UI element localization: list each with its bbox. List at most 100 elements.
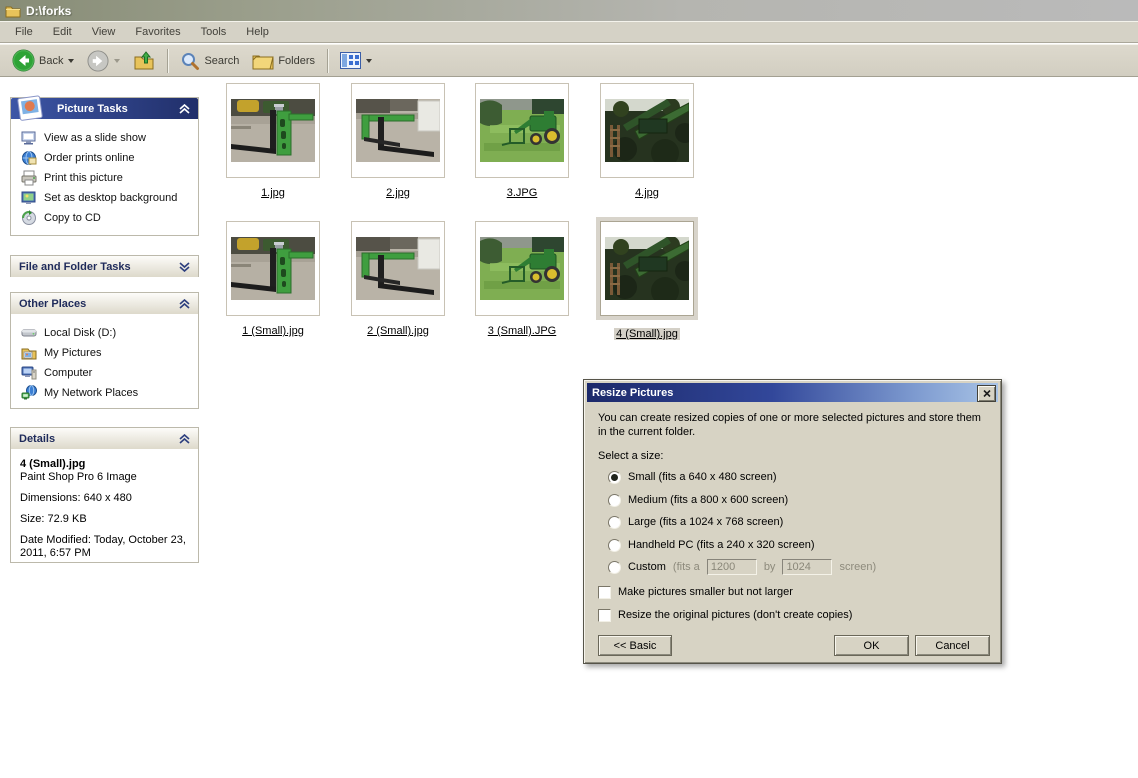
file-item[interactable]: 1.jpg — [226, 83, 320, 199]
radio-icon[interactable] — [608, 561, 621, 574]
file-item[interactable]: 2.jpg — [351, 83, 445, 199]
file-name[interactable]: 2.jpg — [384, 187, 412, 199]
radio-icon[interactable] — [608, 471, 621, 484]
radio-icon[interactable] — [608, 516, 621, 529]
search-button[interactable]: Search — [175, 49, 244, 73]
thumbnail-image[interactable] — [600, 221, 694, 316]
toolbar: Back Search — [0, 44, 1138, 77]
title-bar[interactable]: D:\forks — [0, 0, 1138, 21]
checkbox-label: Make pictures smaller but not larger — [618, 586, 793, 598]
custom-label: Custom — [628, 561, 666, 573]
dialog-title: Resize Pictures — [592, 387, 673, 399]
menu-help[interactable]: Help — [236, 23, 279, 41]
place-computer[interactable]: Computer — [21, 363, 194, 383]
radio-label: Large (fits a 1024 x 768 screen) — [628, 516, 783, 528]
file-name[interactable]: 2 (Small).jpg — [365, 325, 431, 337]
chevron-up-icon[interactable] — [179, 104, 190, 114]
radio-small[interactable]: Small (fits a 640 x 480 screen) — [608, 470, 777, 484]
thumbnail-image[interactable] — [475, 221, 569, 316]
picture-tasks-panel: Picture Tasks View as a slide show — [10, 97, 199, 236]
file-item[interactable]: 1 (Small).jpg — [226, 221, 320, 337]
chevron-down-icon[interactable] — [179, 262, 190, 272]
other-places-header[interactable]: Other Places — [11, 293, 198, 314]
forward-button[interactable] — [82, 48, 125, 74]
custom-width-input[interactable] — [707, 559, 757, 575]
checkbox-smaller-only[interactable]: Make pictures smaller but not larger — [598, 585, 793, 599]
custom-height-input[interactable] — [782, 559, 832, 575]
file-item[interactable]: 4.jpg — [600, 83, 694, 199]
picture-tasks-header[interactable]: Picture Tasks — [11, 98, 198, 119]
thumbnail-image[interactable] — [351, 221, 445, 316]
file-item-selected[interactable]: 4 (Small).jpg — [600, 221, 694, 340]
radio-icon[interactable] — [608, 539, 621, 552]
back-button[interactable]: Back — [7, 47, 79, 74]
file-folder-tasks-header[interactable]: File and Folder Tasks — [11, 256, 198, 277]
place-my-pictures[interactable]: My Pictures — [21, 343, 194, 363]
cancel-button[interactable]: Cancel — [915, 635, 990, 656]
checkbox-label: Resize the original pictures (don't crea… — [618, 609, 852, 621]
folder-icon — [5, 4, 21, 18]
checkbox-icon[interactable] — [598, 609, 611, 622]
details-header[interactable]: Details — [11, 428, 198, 449]
back-label: Back — [39, 55, 63, 67]
views-dropdown-icon[interactable] — [366, 59, 372, 63]
details-modified: Date Modified: Today, October 23, 2011, … — [20, 534, 190, 560]
radio-medium[interactable]: Medium (fits a 800 x 600 screen) — [608, 493, 788, 507]
order-prints-icon — [21, 150, 37, 166]
thumbnail-image[interactable] — [226, 221, 320, 316]
thumbnail-image[interactable] — [600, 83, 694, 178]
explorer-window: D:\forks File Edit View Favorites Tools … — [0, 0, 1138, 778]
thumbnail-image[interactable] — [351, 83, 445, 178]
menu-favorites[interactable]: Favorites — [125, 23, 190, 41]
my-pictures-icon — [21, 345, 37, 361]
place-local-disk[interactable]: Local Disk (D:) — [21, 323, 194, 343]
file-name[interactable]: 1.jpg — [259, 187, 287, 199]
radio-handheld[interactable]: Handheld PC (fits a 240 x 320 screen) — [608, 538, 815, 552]
place-label: Local Disk (D:) — [44, 327, 116, 339]
file-name[interactable]: 3.JPG — [505, 187, 540, 199]
dialog-title-bar[interactable]: Resize Pictures — [587, 383, 998, 402]
back-dropdown-icon[interactable] — [68, 59, 74, 63]
file-name[interactable]: 1 (Small).jpg — [240, 325, 306, 337]
menu-tools[interactable]: Tools — [191, 23, 237, 41]
resize-pictures-dialog: Resize Pictures You can create resized c… — [583, 379, 1002, 664]
close-button[interactable] — [977, 385, 996, 402]
chevron-up-icon[interactable] — [179, 299, 190, 309]
file-item[interactable]: 3 (Small).JPG — [475, 221, 569, 337]
file-name[interactable]: 4 (Small).jpg — [614, 328, 680, 340]
place-my-network[interactable]: My Network Places — [21, 383, 194, 403]
task-set-desktop-background[interactable]: Set as desktop background — [21, 188, 194, 208]
file-item[interactable]: 3.JPG — [475, 83, 569, 199]
thumbnail-image[interactable] — [475, 83, 569, 178]
basic-button[interactable]: << Basic — [598, 635, 672, 656]
views-button[interactable] — [335, 50, 377, 71]
task-order-prints[interactable]: Order prints online — [21, 148, 194, 168]
file-name[interactable]: 4.jpg — [633, 187, 661, 199]
checkbox-resize-originals[interactable]: Resize the original pictures (don't crea… — [598, 608, 852, 622]
radio-large[interactable]: Large (fits a 1024 x 768 screen) — [608, 515, 783, 529]
picture-tasks-title: Picture Tasks — [57, 103, 128, 115]
computer-icon — [21, 365, 37, 381]
task-label: View as a slide show — [44, 132, 146, 144]
ok-button[interactable]: OK — [834, 635, 909, 656]
picture-tasks-icon — [16, 93, 46, 123]
details-filename: 4 (Small).jpg — [20, 458, 190, 471]
radio-icon[interactable] — [608, 494, 621, 507]
thumbnail-image[interactable] — [226, 83, 320, 178]
task-copy-to-cd[interactable]: Copy to CD — [21, 208, 194, 228]
folders-button[interactable]: Folders — [247, 50, 320, 72]
up-button[interactable] — [128, 49, 160, 73]
file-item[interactable]: 2 (Small).jpg — [351, 221, 445, 337]
task-print-picture[interactable]: Print this picture — [21, 168, 194, 188]
radio-custom[interactable]: Custom (fits a by screen) — [608, 560, 876, 574]
task-view-slideshow[interactable]: View as a slide show — [21, 128, 194, 148]
menu-view[interactable]: View — [82, 23, 126, 41]
forward-dropdown-icon[interactable] — [114, 59, 120, 63]
file-name[interactable]: 3 (Small).JPG — [486, 325, 558, 337]
checkbox-icon[interactable] — [598, 586, 611, 599]
menu-edit[interactable]: Edit — [43, 23, 82, 41]
custom-prefix: (fits a — [673, 561, 700, 573]
menu-file[interactable]: File — [5, 23, 43, 41]
chevron-up-icon[interactable] — [179, 434, 190, 444]
task-label: Set as desktop background — [44, 192, 177, 204]
